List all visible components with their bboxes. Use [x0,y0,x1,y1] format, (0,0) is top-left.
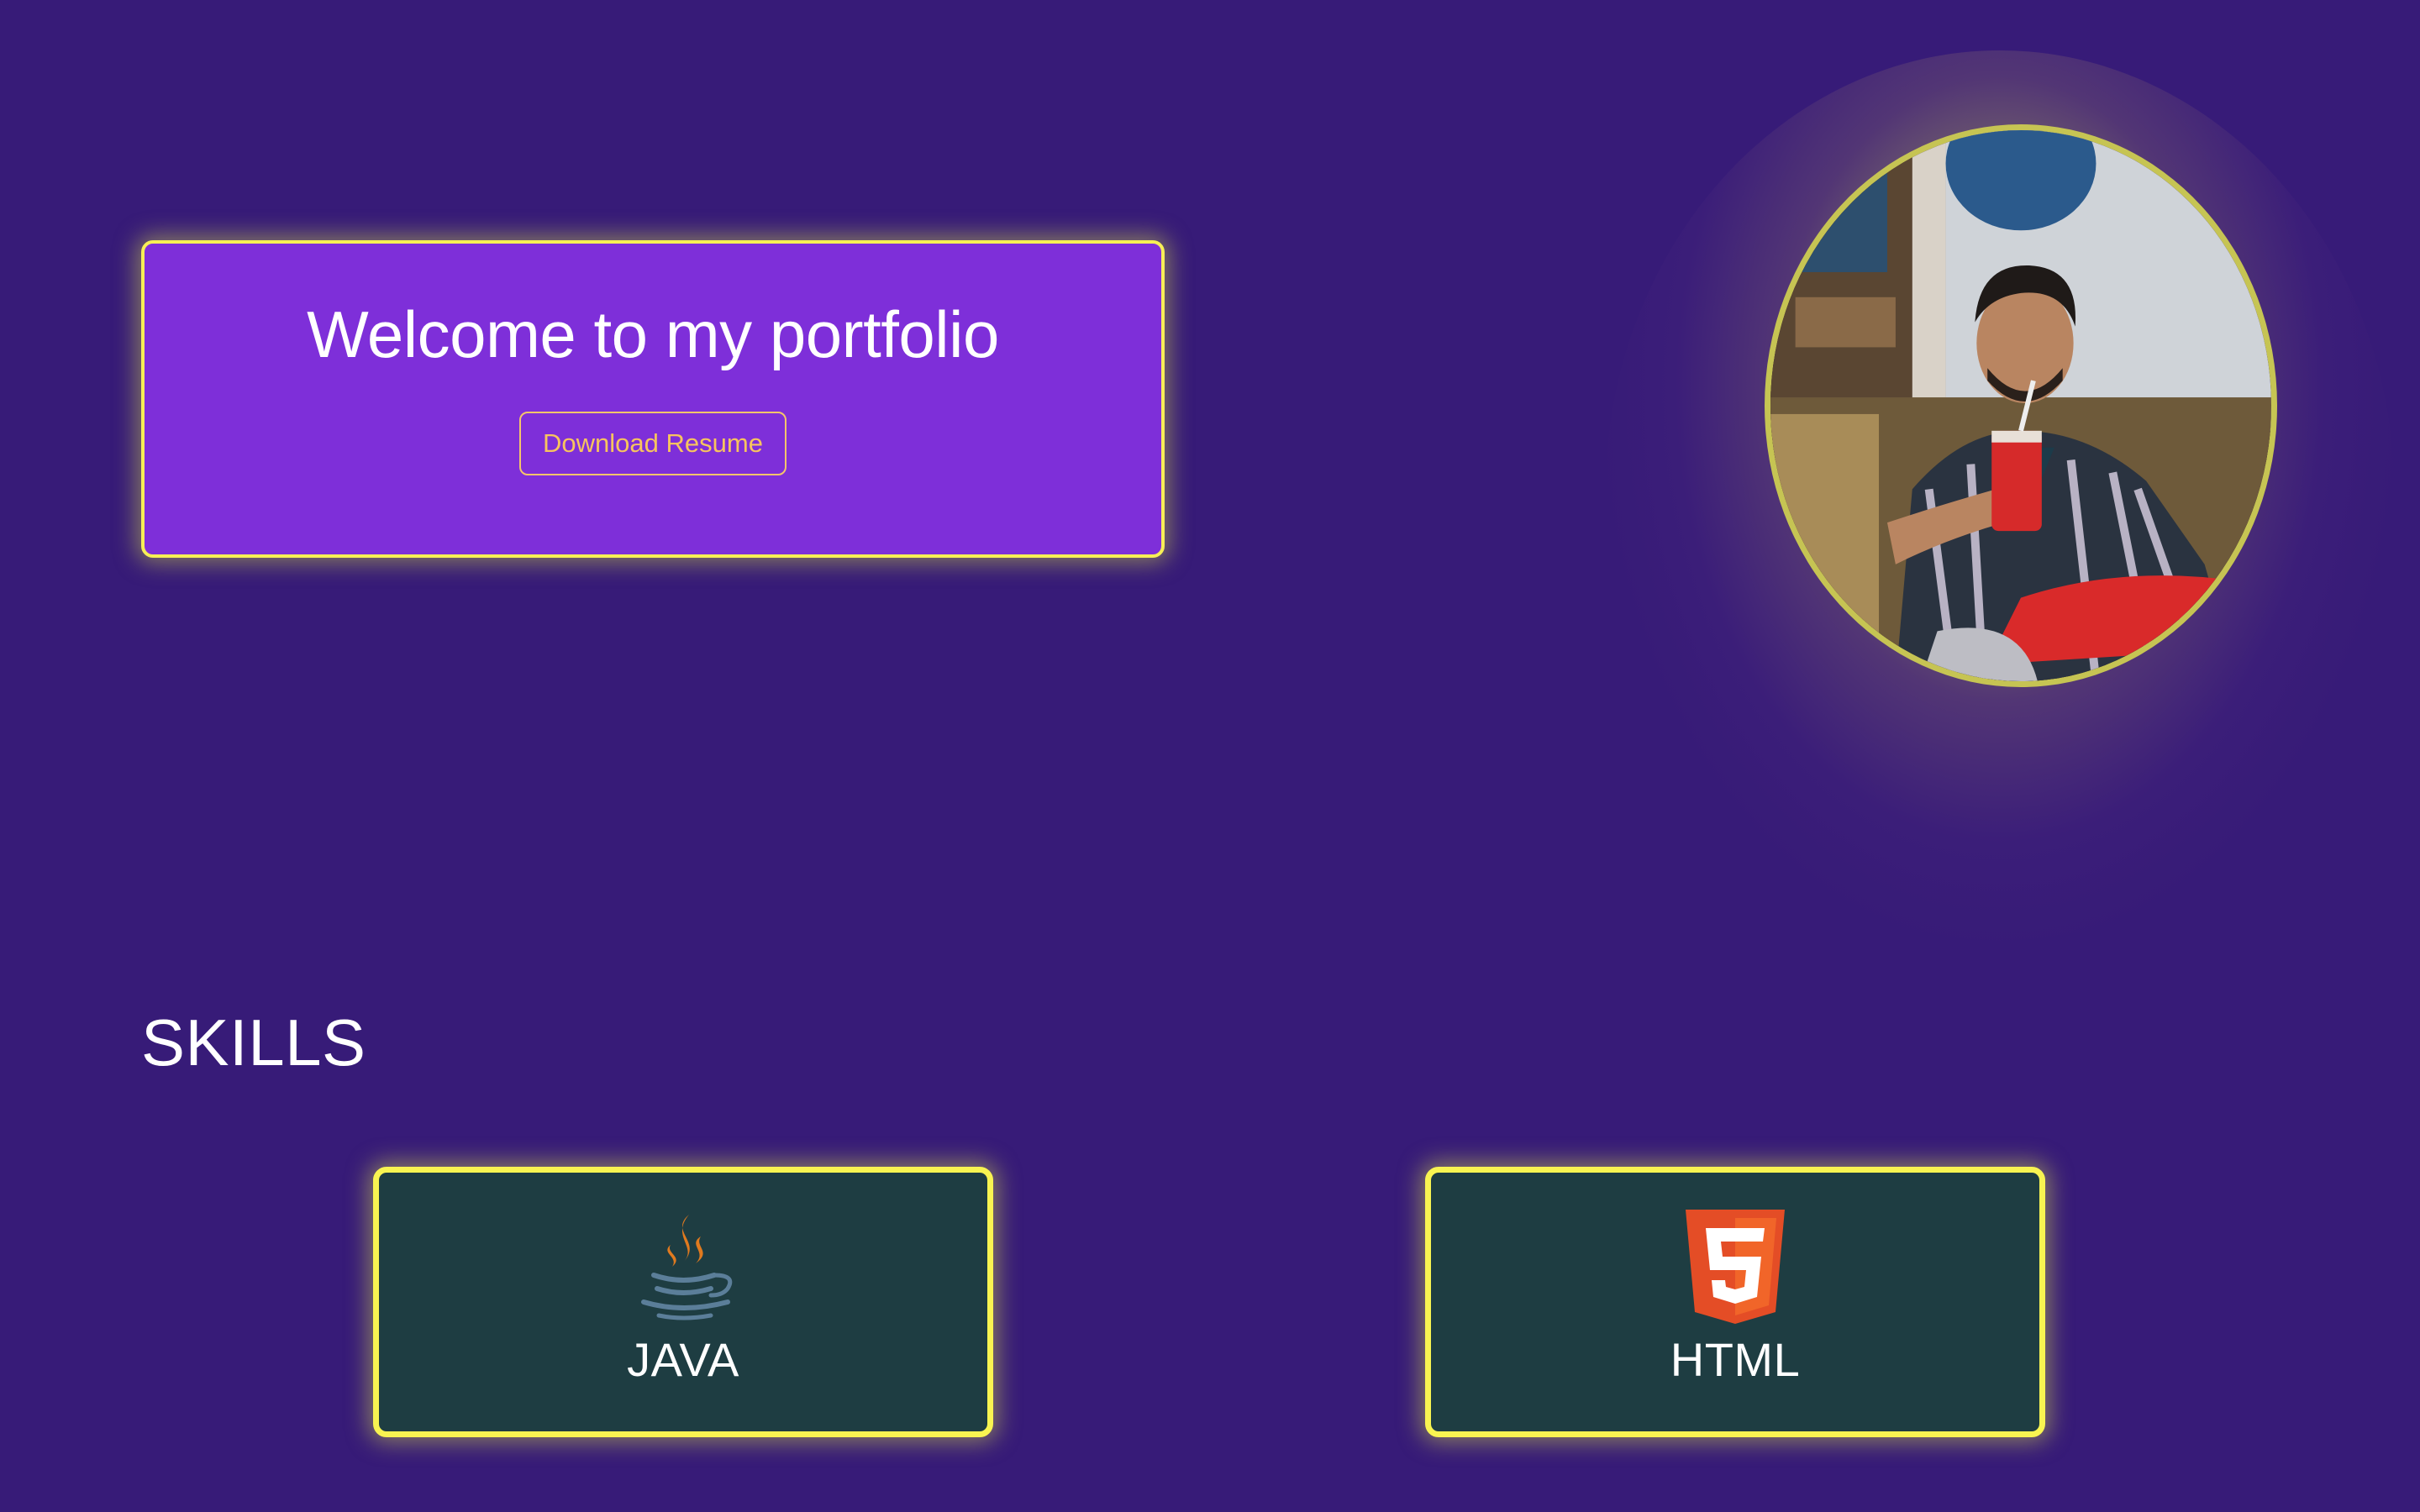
java-icon [641,1215,733,1320]
skill-card-html: HTML [1425,1167,2045,1437]
download-resume-button[interactable]: Download Resume [519,411,786,475]
profile-photo [1765,124,2277,687]
profile-photo-image [1770,130,2271,681]
skill-label-java: JAVA [627,1333,739,1386]
skill-card-java: JAVA [373,1167,993,1437]
skill-label-html: HTML [1670,1333,1801,1386]
html5-icon [1686,1210,1785,1324]
hero-card: Welcome to my portfolio Download Resume [141,240,1165,558]
skills-heading: SKILLS [141,1005,366,1079]
hero-title: Welcome to my portfolio [307,297,999,371]
